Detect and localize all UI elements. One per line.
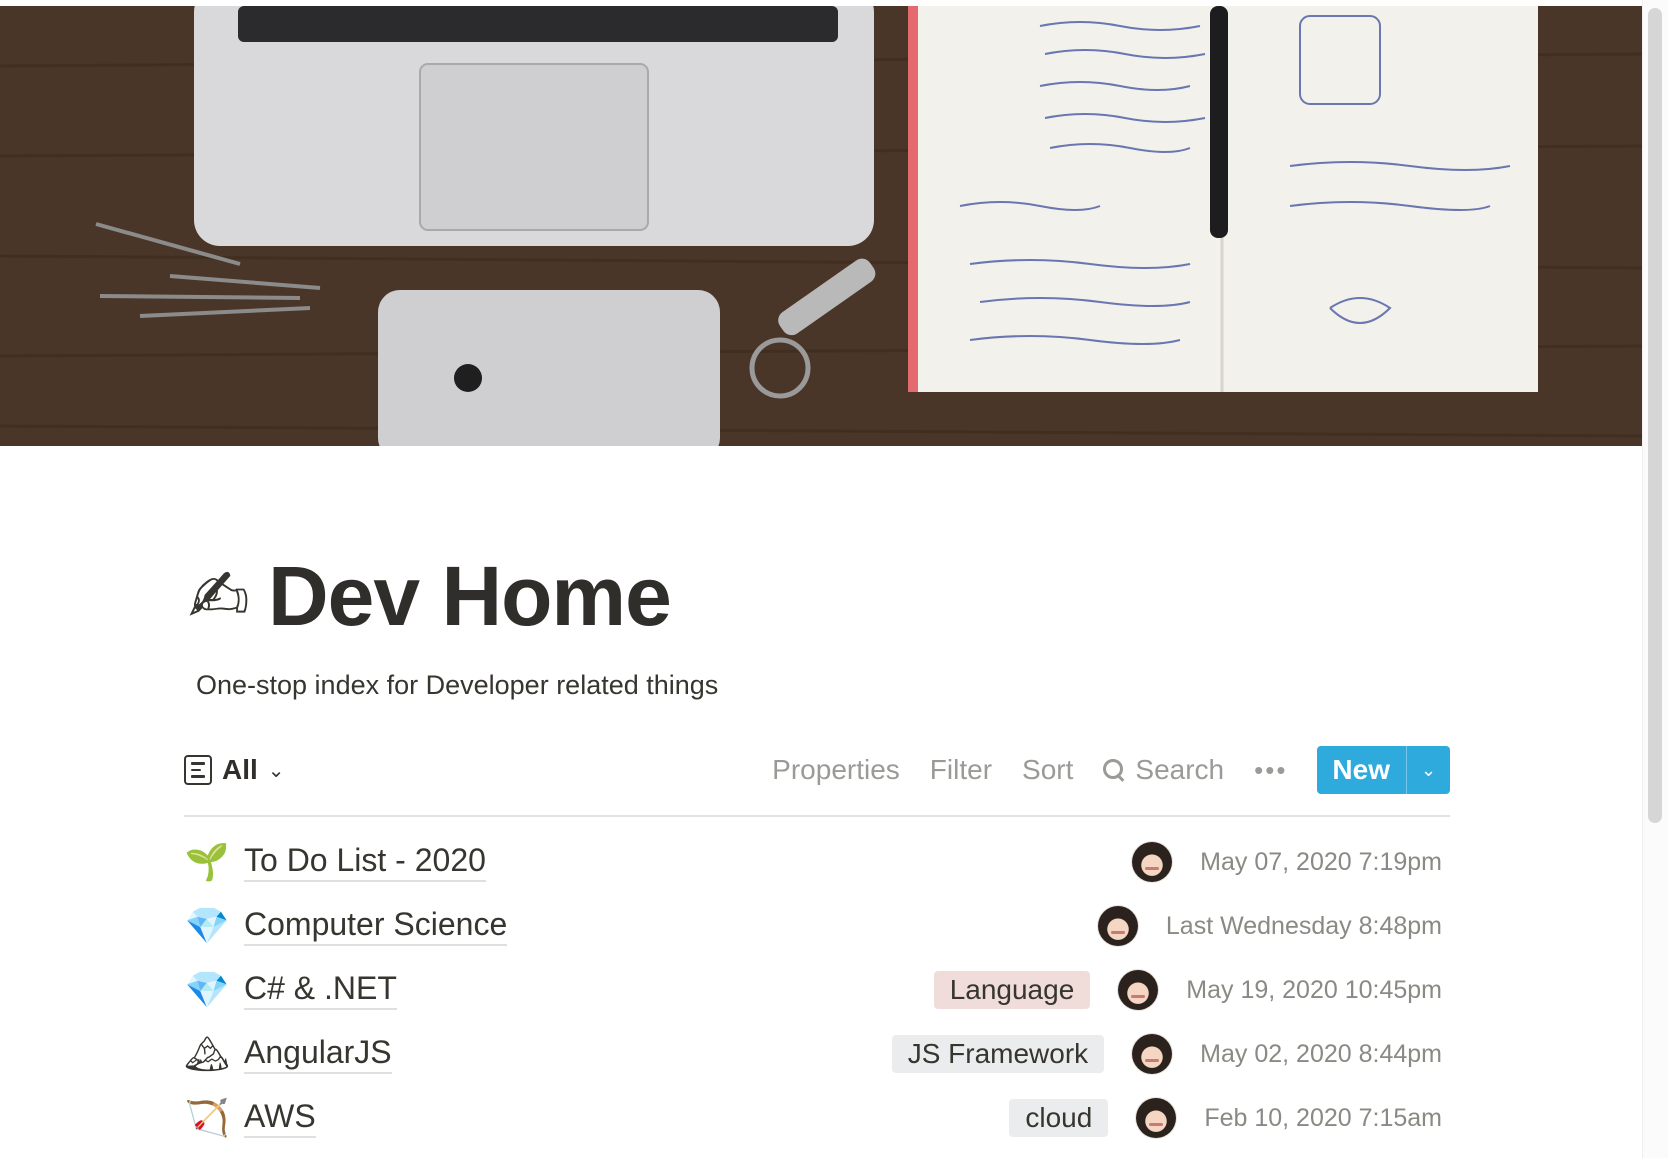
list-item[interactable]: 🌱 To Do List - 2020 May 07, 2020 7:19pm [184,830,1450,894]
sort-button[interactable]: Sort [1022,754,1073,786]
new-dropdown-chevron-icon[interactable]: ⌄ [1406,746,1450,794]
list-item[interactable]: 💎 Computer Science Last Wednesday 8:48pm [184,894,1450,958]
toolbar-divider [184,815,1450,817]
item-meta: cloud Feb 10, 2020 7:15am [1009,1086,1442,1150]
item-title[interactable]: AngularJS [244,1034,392,1074]
avatar[interactable] [1097,906,1138,946]
cover-illustration [0,6,1642,446]
item-meta: Language May 19, 2020 10:45pm [933,958,1442,1022]
item-date: May 19, 2020 10:45pm [1186,975,1442,1004]
avatar[interactable] [1136,1098,1177,1138]
gem-icon: 💎 [184,969,230,1010]
avatar[interactable] [1118,970,1159,1010]
database-list: 🌱 To Do List - 2020 May 07, 2020 7:19pm … [184,830,1450,1150]
view-label: All [222,754,258,785]
list-item[interactable]: 🏔 AngularJS JS Framework May 02, 2020 8:… [184,1022,1450,1086]
page-description[interactable]: One-stop index for Developer related thi… [196,670,718,701]
list-item[interactable]: 🏹 AWS cloud Feb 10, 2020 7:15am [184,1086,1450,1150]
search-icon [1103,759,1125,781]
more-options-icon[interactable]: ••• [1254,755,1287,786]
view-switcher[interactable]: All ⌄ [184,754,285,786]
new-button[interactable]: New [1317,746,1406,794]
page-header: ✍ Dev Home [188,548,672,645]
page-icon[interactable]: ✍ [188,559,250,634]
tag-badge[interactable]: cloud [1009,1099,1109,1137]
item-date: Last Wednesday 8:48pm [1165,911,1442,940]
item-meta: JS Framework May 02, 2020 8:44pm [891,1022,1442,1086]
chevron-down-icon: ⌄ [267,759,285,782]
mountain-icon: 🏔 [184,1033,230,1074]
item-meta: Last Wednesday 8:48pm [1097,894,1442,958]
toolbar-actions: Properties Filter Sort Search ••• New ⌄ [772,746,1450,794]
tag-badge[interactable]: JS Framework [891,1035,1105,1073]
list-view-icon [184,755,212,785]
cover-image[interactable] [0,6,1642,446]
item-date: Feb 10, 2020 7:15am [1204,1103,1442,1132]
avatar[interactable] [1132,1034,1173,1074]
search-button[interactable]: Search [1103,754,1224,786]
page: ✍ Dev Home One-stop index for Developer … [0,0,1668,1158]
page-title[interactable]: Dev Home [268,548,672,645]
scrollbar[interactable] [1642,0,1668,1158]
search-label: Search [1135,754,1225,785]
list-item[interactable]: 💎 C# & .NET Language May 19, 2020 10:45p… [184,958,1450,1022]
gem-icon: 💎 [184,905,230,946]
item-title[interactable]: AWS [244,1098,316,1138]
properties-button[interactable]: Properties [772,754,900,786]
item-date: May 07, 2020 7:19pm [1200,847,1442,876]
item-title[interactable]: Computer Science [244,906,508,946]
item-date: May 02, 2020 8:44pm [1200,1039,1442,1068]
filter-button[interactable]: Filter [930,754,992,786]
database-toolbar: All ⌄ Properties Filter Sort Search ••• … [184,746,1450,794]
item-meta: May 07, 2020 7:19pm [1132,830,1442,894]
scrollbar-thumb[interactable] [1648,8,1662,823]
bow-and-arrow-icon: 🏹 [184,1097,230,1138]
tag-badge[interactable]: Language [933,971,1091,1009]
item-title[interactable]: To Do List - 2020 [244,842,486,882]
item-title[interactable]: C# & .NET [244,970,397,1010]
avatar[interactable] [1132,842,1173,882]
new-button-group: New ⌄ [1317,746,1450,794]
seedling-icon: 🌱 [184,841,230,882]
